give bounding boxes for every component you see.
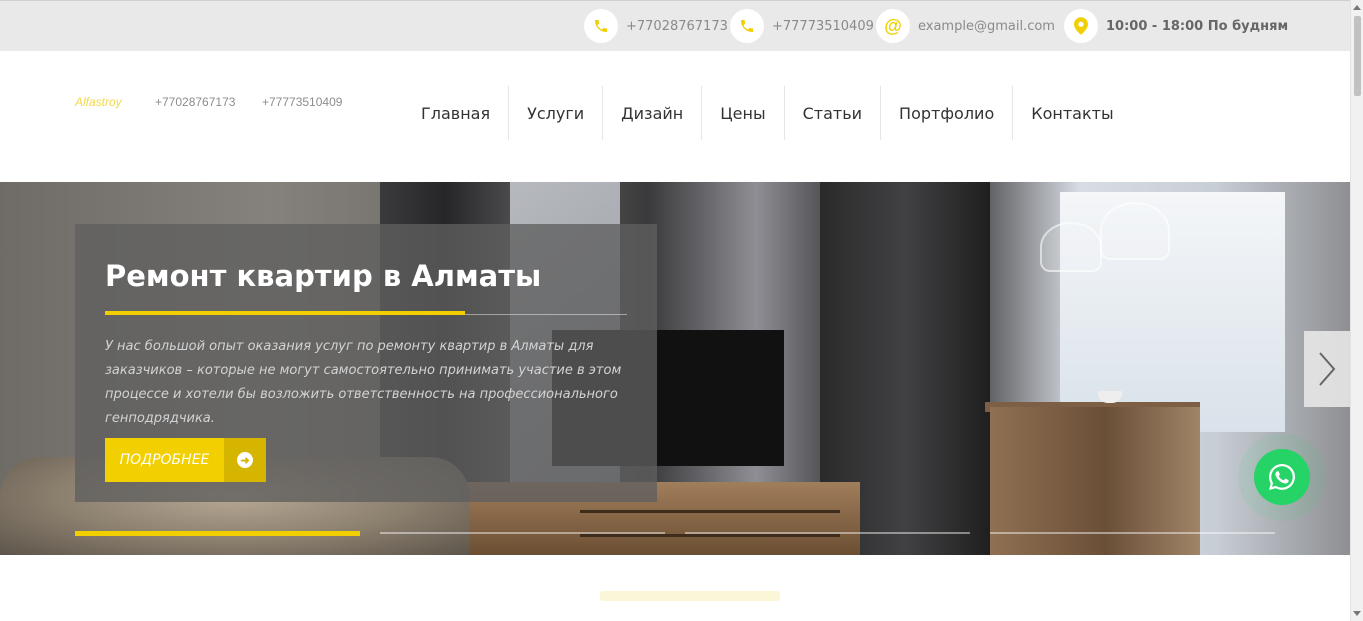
site-header: Alfastroy +77028767173 +77773510409 Глав…: [0, 51, 1350, 182]
scroll-down-arrow-icon[interactable]: [1353, 611, 1361, 616]
header-phone-1[interactable]: +77028767173: [155, 95, 235, 109]
hero-description: У нас большой опыт оказания услуг по рем…: [105, 339, 622, 426]
nav-item-portfolio[interactable]: Портфолио: [881, 86, 1014, 140]
contact-phone-1-text[interactable]: +77028767173: [626, 19, 728, 34]
contact-email-text[interactable]: example@gmail.com: [918, 19, 1055, 34]
faded-heading: [600, 591, 780, 601]
arrow-right-circle-icon[interactable]: ➜: [224, 438, 266, 482]
nav-item-articles[interactable]: Статьи: [785, 86, 882, 140]
hero-slider: Ремонт квартир в Алматы У нас большой оп…: [0, 182, 1350, 555]
nav-item-services[interactable]: Услуги: [509, 86, 604, 140]
slide-indicator-4[interactable]: [990, 532, 1275, 534]
nav-item-prices[interactable]: Цены: [702, 86, 785, 140]
scroll-thumb[interactable]: [1354, 16, 1361, 96]
more-button[interactable]: ПОДРОБНЕЕ ➜: [105, 438, 266, 482]
at-icon: @: [876, 9, 910, 43]
chevron-right-icon: [1319, 352, 1336, 386]
phone-icon: [584, 9, 618, 43]
vertical-scrollbar[interactable]: [1350, 0, 1363, 621]
phone-icon: [730, 9, 764, 43]
location-pin-icon: [1064, 9, 1098, 43]
page: +77028767173 +77773510409 @ example@gmai…: [0, 0, 1363, 621]
contact-phone-1[interactable]: +77028767173: [584, 9, 728, 43]
whatsapp-button[interactable]: [1254, 449, 1310, 505]
window: [1060, 192, 1285, 432]
scroll-up-arrow-icon[interactable]: [1353, 5, 1361, 10]
nav-item-design[interactable]: Дизайн: [603, 86, 703, 140]
main-nav: Главная Услуги Дизайн Цены Статьи Портфо…: [403, 86, 1132, 140]
slide-indicator-2[interactable]: [380, 532, 665, 534]
next-section: [0, 555, 1350, 621]
pendant-lamp: [1040, 222, 1102, 272]
whatsapp-icon: [1269, 464, 1295, 490]
slide-indicator-1[interactable]: [75, 531, 360, 536]
contact-phone-2[interactable]: +77773510409: [730, 9, 874, 43]
contact-hours: 10:00 - 18:00 По будням: [1064, 9, 1288, 43]
next-slide-button[interactable]: [1304, 331, 1350, 407]
working-hours-text: 10:00 - 18:00 По будням: [1106, 18, 1289, 34]
logo[interactable]: Alfastroy: [75, 95, 122, 109]
hero-caption-box: Ремонт квартир в Алматы У нас большой оп…: [75, 224, 657, 502]
top-contact-bar: +77028767173 +77773510409 @ example@gmai…: [0, 0, 1350, 51]
title-underline: [105, 311, 465, 315]
more-button-label[interactable]: ПОДРОБНЕЕ: [105, 452, 224, 468]
nav-item-contacts[interactable]: Контакты: [1013, 86, 1131, 140]
contact-phone-2-text[interactable]: +77773510409: [772, 19, 874, 34]
header-phone-2[interactable]: +77773510409: [262, 95, 342, 109]
slide-indicator-3[interactable]: [685, 532, 970, 534]
contact-email[interactable]: @ example@gmail.com: [876, 9, 1055, 43]
hero-title: Ремонт квартир в Алматы: [105, 259, 542, 293]
pendant-lamp: [1100, 202, 1170, 260]
nav-item-home[interactable]: Главная: [403, 86, 510, 140]
